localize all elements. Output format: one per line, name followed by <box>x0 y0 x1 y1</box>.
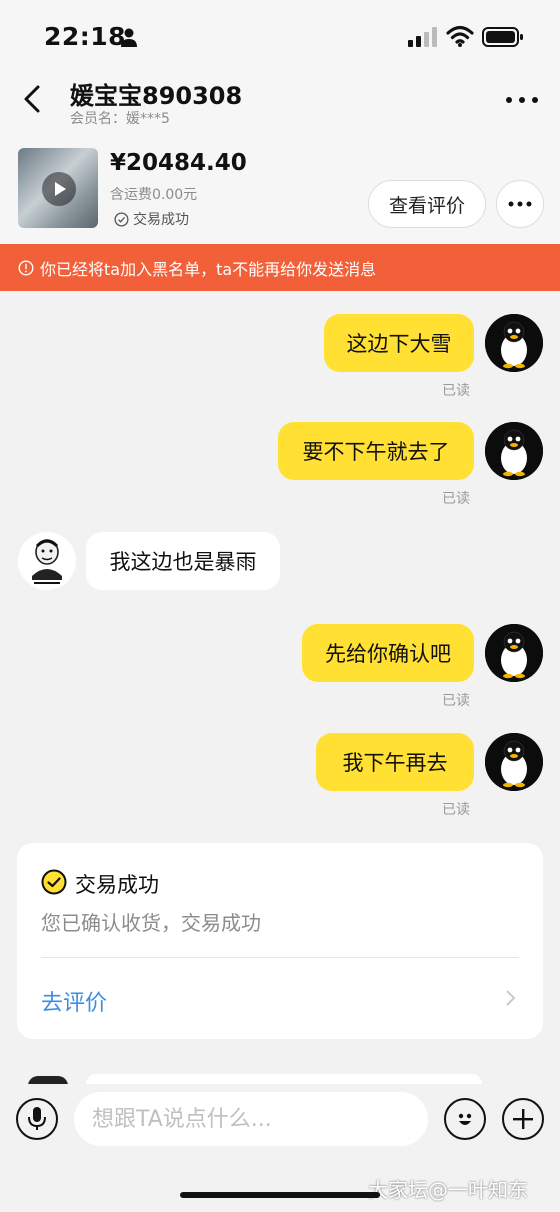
penguin-avatar-icon <box>485 733 543 791</box>
penguin-avatar-icon <box>485 422 543 480</box>
voice-button[interactable] <box>16 1098 58 1140</box>
check-circle-icon <box>114 211 129 227</box>
emoji-button[interactable] <box>444 1098 486 1140</box>
meme-face-avatar-icon <box>18 532 76 590</box>
divider <box>41 957 519 958</box>
member-name: 会员名：媛***5 <box>70 111 170 127</box>
product-more-button[interactable] <box>496 180 544 228</box>
read-receipt: 已读 <box>442 383 470 399</box>
partial-message-row <box>0 1074 560 1084</box>
product-price: ¥20484.40 <box>110 150 247 176</box>
info-icon <box>18 259 34 276</box>
more-options-icon <box>508 201 532 207</box>
product-summary: ¥20484.40 含运费0.00元 交易成功 查看评价 <box>0 136 560 244</box>
back-arrow-icon[interactable] <box>18 84 48 114</box>
card-description: 您已确认收货，交易成功 <box>41 911 261 935</box>
my-avatar[interactable] <box>485 314 543 372</box>
add-button[interactable] <box>502 1098 544 1140</box>
product-thumbnail[interactable] <box>18 148 98 228</box>
go-review-link[interactable]: 去评价 <box>41 985 107 1017</box>
message-bubble-me[interactable]: 我下午再去 <box>316 733 474 791</box>
status-bar: 22:18 <box>0 0 560 72</box>
shipping-fee: 含运费0.00元 <box>110 187 198 203</box>
emoji-icon <box>458 1113 472 1125</box>
message-input[interactable] <box>74 1092 428 1146</box>
message-bubble-other[interactable] <box>86 1074 482 1084</box>
contact-avatar[interactable] <box>18 532 76 590</box>
read-receipt: 已读 <box>442 491 470 507</box>
deal-status: 交易成功 <box>114 209 189 229</box>
status-time: 22:18 <box>44 22 127 51</box>
chat-header: 媛宝宝890308 会员名：媛***5 <box>0 72 560 136</box>
card-title: 交易成功 <box>75 873 159 897</box>
contact-name: 媛宝宝890308 <box>70 82 243 110</box>
my-avatar[interactable] <box>485 733 543 791</box>
input-bar: 大家坛@一叶知东 <box>0 1084 560 1212</box>
more-options-icon[interactable] <box>504 88 540 112</box>
battery-icon <box>482 27 523 47</box>
watermark: 大家坛@一叶知东 <box>368 1178 528 1202</box>
message-bubble-other[interactable]: 我这边也是暴雨 <box>86 532 280 590</box>
blacklist-text: 你已经将ta加入黑名单，ta不能再给你发送消息 <box>40 259 377 279</box>
message-bubble-me[interactable]: 这边下大雪 <box>324 314 474 372</box>
view-review-button[interactable]: 查看评价 <box>368 180 486 228</box>
deal-success-card: 交易成功 您已确认收货，交易成功 去评价 <box>17 843 543 1039</box>
signal-icon <box>408 27 437 47</box>
chevron-right-icon[interactable] <box>501 989 519 1007</box>
home-indicator[interactable] <box>180 1192 380 1198</box>
my-avatar[interactable] <box>485 422 543 480</box>
microphone-icon <box>28 1107 46 1130</box>
penguin-avatar-icon <box>485 624 543 682</box>
blacklist-banner: 你已经将ta加入黑名单，ta不能再给你发送消息 <box>0 244 560 291</box>
wifi-icon <box>446 25 474 47</box>
person-icon <box>121 28 137 47</box>
message-bubble-me[interactable]: 先给你确认吧 <box>302 624 474 682</box>
deal-status-label: 交易成功 <box>133 212 189 228</box>
play-icon[interactable] <box>42 172 76 206</box>
check-circle-icon <box>41 869 67 895</box>
message-bubble-me[interactable]: 要不下午就去了 <box>278 422 474 480</box>
read-receipt: 已读 <box>442 693 470 709</box>
contact-avatar[interactable] <box>28 1076 68 1084</box>
read-receipt: 已读 <box>442 802 470 818</box>
my-avatar[interactable] <box>485 624 543 682</box>
plus-icon <box>513 1109 533 1129</box>
penguin-avatar-icon <box>485 314 543 372</box>
